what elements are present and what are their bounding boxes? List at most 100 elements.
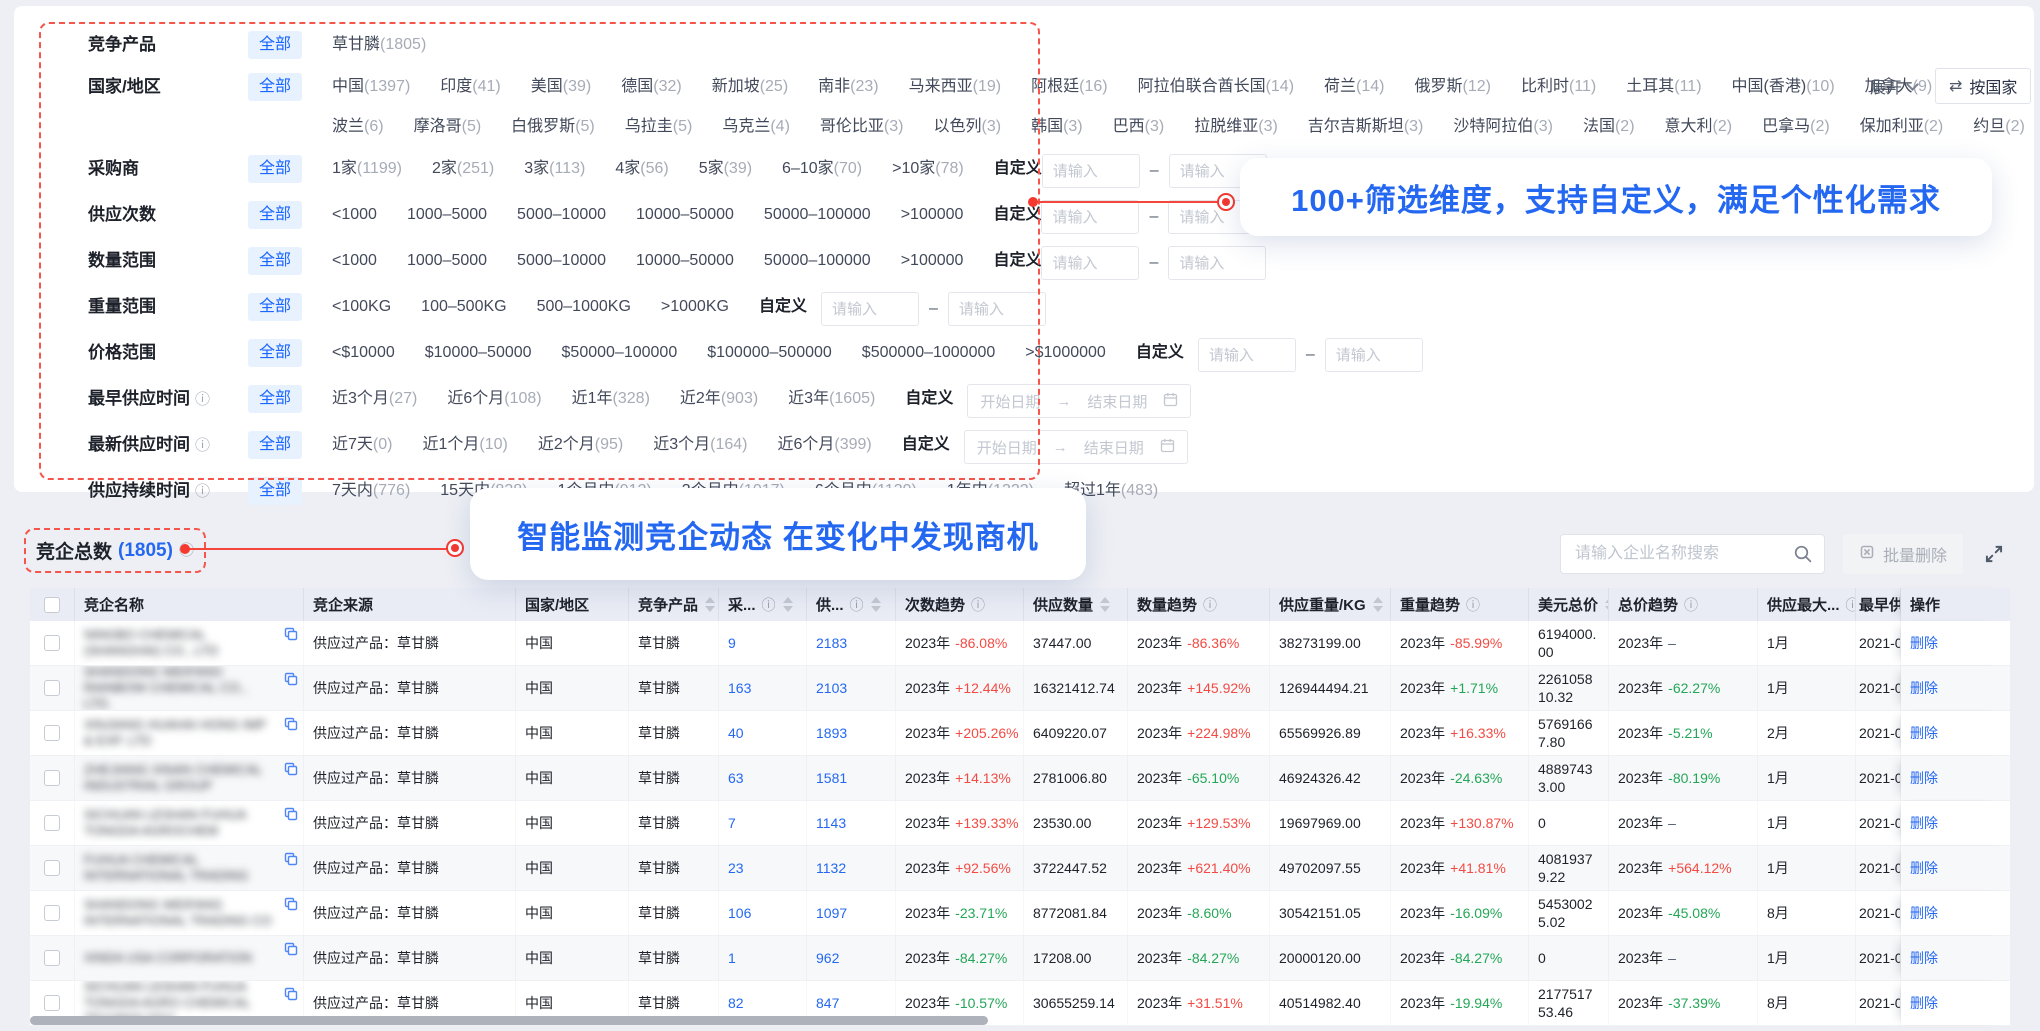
filter-all-chip[interactable]: 全部 <box>248 201 302 229</box>
filter-option[interactable]: 沙特阿拉伯(3) <box>1453 112 1553 142</box>
filter-option[interactable]: 巴西(3) <box>1113 112 1165 142</box>
col-header-qty[interactable]: 供应数量 <box>1024 588 1128 621</box>
filter-option[interactable]: 吉尔吉斯斯坦(3) <box>1308 112 1424 142</box>
filter-option[interactable]: <100KG <box>332 292 391 322</box>
filter-option[interactable]: $50000–100000 <box>562 338 678 368</box>
filter-option[interactable]: 波兰(6) <box>332 112 384 142</box>
custom-label[interactable]: 自定义 <box>993 246 1041 276</box>
filter-all-chip[interactable]: 全部 <box>248 385 302 413</box>
filter-all-chip[interactable]: 全部 <box>248 31 302 59</box>
row-checkbox[interactable] <box>44 950 60 966</box>
filter-option[interactable]: $10000–50000 <box>425 338 532 368</box>
filter-option[interactable]: 拉脱维亚(3) <box>1194 112 1278 142</box>
filter-all-chip[interactable]: 全部 <box>248 155 302 183</box>
col-header-weight[interactable]: 供应重量/KG <box>1270 588 1391 621</box>
filter-all-chip[interactable]: 全部 <box>248 339 302 367</box>
buyers-link[interactable]: 40 <box>728 725 744 741</box>
supplies-link[interactable]: 962 <box>816 950 839 966</box>
range-input-max[interactable] <box>948 292 1046 326</box>
filter-option[interactable]: 7天内(776) <box>332 476 410 506</box>
col-header-buyers[interactable]: 采...ⓘ <box>719 588 807 621</box>
filter-option[interactable]: 意大利(2) <box>1665 112 1733 142</box>
filter-option[interactable]: 100–500KG <box>421 292 506 322</box>
batch-delete-button[interactable]: 批量删除 <box>1843 534 1963 574</box>
filter-option[interactable]: 新加坡(25) <box>712 72 788 102</box>
expand-link[interactable]: 展开 <box>1870 74 1917 98</box>
supplies-link[interactable]: 847 <box>816 995 839 1011</box>
custom-label[interactable]: 自定义 <box>994 154 1042 184</box>
supplies-link[interactable]: 1893 <box>816 725 847 741</box>
buyers-link[interactable]: 1 <box>728 950 736 966</box>
range-input-min[interactable] <box>1042 154 1140 188</box>
buyers-link[interactable]: 106 <box>728 905 751 921</box>
info-icon[interactable]: ⓘ <box>1684 595 1698 615</box>
filter-all-chip[interactable]: 全部 <box>248 431 302 459</box>
filter-option[interactable]: 5000–10000 <box>517 200 606 230</box>
range-input-min[interactable] <box>821 292 919 326</box>
filter-option[interactable]: 巴拿马(2) <box>1762 112 1830 142</box>
info-icon[interactable]: ⓘ <box>1846 595 1856 615</box>
delete-link[interactable]: 删除 <box>1910 768 1938 788</box>
info-icon[interactable]: ⓘ <box>1466 595 1480 615</box>
range-input-max[interactable] <box>1168 246 1266 280</box>
copy-icon[interactable] <box>284 807 298 824</box>
filter-option[interactable]: 近6个月(399) <box>777 430 871 460</box>
buyers-link[interactable]: 23 <box>728 860 744 876</box>
info-icon[interactable]: ⓘ <box>1203 595 1217 615</box>
custom-label[interactable]: 自定义 <box>902 430 950 460</box>
col-header-freq_trend[interactable]: 次数趋势ⓘ <box>896 588 1024 621</box>
filter-option[interactable]: 马来西亚(19) <box>909 72 1001 102</box>
col-header-weight_trend[interactable]: 重量趋势ⓘ <box>1391 588 1529 621</box>
filter-option[interactable]: 近2年(903) <box>680 384 758 414</box>
copy-icon[interactable] <box>284 762 298 779</box>
supplies-link[interactable]: 1143 <box>816 815 846 831</box>
buyers-link[interactable]: 163 <box>728 680 751 696</box>
filter-option[interactable]: >1000KG <box>661 292 729 322</box>
supplies-link[interactable]: 1132 <box>816 860 846 876</box>
supplies-link[interactable]: 1581 <box>816 770 847 786</box>
copy-icon[interactable] <box>284 852 298 869</box>
filter-option[interactable]: 草甘膦(1805) <box>332 30 426 60</box>
filter-option[interactable]: 50000–100000 <box>764 246 871 276</box>
filter-option[interactable]: 比利时(11) <box>1521 72 1596 102</box>
filter-option[interactable]: >10家(78) <box>892 154 964 184</box>
search-icon[interactable] <box>1793 544 1813 569</box>
row-checkbox[interactable] <box>44 635 60 651</box>
filter-option[interactable]: 1000–5000 <box>407 200 487 230</box>
delete-link[interactable]: 删除 <box>1910 858 1938 878</box>
col-header-usd_trend[interactable]: 总价趋势ⓘ <box>1609 588 1758 621</box>
filter-option[interactable]: <1000 <box>332 246 377 276</box>
filter-option[interactable]: 乌克兰(4) <box>722 112 790 142</box>
custom-label[interactable]: 自定义 <box>1136 338 1184 368</box>
range-input-max[interactable] <box>1325 338 1423 372</box>
buyers-link[interactable]: 63 <box>728 770 744 786</box>
sort-icon[interactable] <box>705 597 715 612</box>
filter-option[interactable]: 6–10家(70) <box>782 154 862 184</box>
filter-option[interactable]: 中国(香港)(10) <box>1732 72 1835 102</box>
horizontal-scrollbar[interactable] <box>30 1016 988 1025</box>
filter-option[interactable]: >100000 <box>901 200 964 230</box>
filter-option[interactable]: 中国(1397) <box>332 72 410 102</box>
supplies-link[interactable]: 2183 <box>816 635 847 651</box>
filter-option[interactable]: 美国(39) <box>531 72 591 102</box>
filter-option[interactable]: 德国(32) <box>621 72 681 102</box>
filter-option[interactable]: 50000–100000 <box>764 200 871 230</box>
row-checkbox[interactable] <box>44 995 60 1011</box>
filter-option[interactable]: 近7天(0) <box>332 430 392 460</box>
filter-option[interactable]: 南非(23) <box>818 72 878 102</box>
filter-option[interactable]: >100000 <box>901 246 964 276</box>
filter-option[interactable]: 近3个月(164) <box>653 430 747 460</box>
range-input-min[interactable] <box>1198 338 1296 372</box>
range-input-min[interactable] <box>1041 200 1139 234</box>
filter-all-chip[interactable]: 全部 <box>248 73 302 101</box>
sort-icon[interactable] <box>1100 597 1110 612</box>
filter-option[interactable]: 白俄罗斯(5) <box>511 112 595 142</box>
copy-icon[interactable] <box>284 627 298 644</box>
filter-option[interactable]: 近1个月(10) <box>422 430 507 460</box>
filter-option[interactable]: 4家(56) <box>615 154 668 184</box>
filter-option[interactable]: 法国(2) <box>1583 112 1635 142</box>
delete-link[interactable]: 删除 <box>1910 813 1938 833</box>
supplies-link[interactable]: 1097 <box>816 905 847 921</box>
filter-option[interactable]: 保加利亚(2) <box>1860 112 1944 142</box>
select-all-checkbox[interactable] <box>44 597 60 613</box>
